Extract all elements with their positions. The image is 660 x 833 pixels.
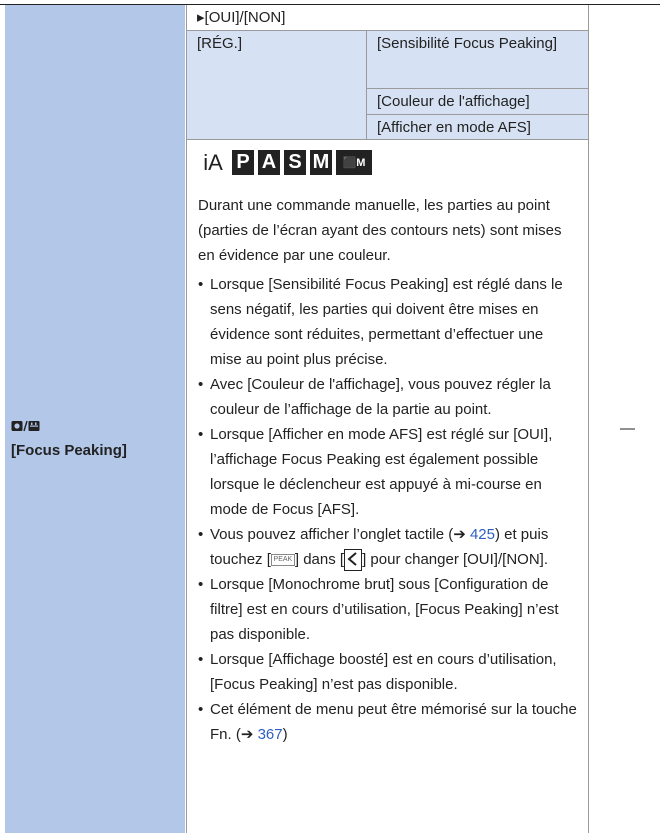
list-item: • Lorsque [Monochrome brut] sous [Configu… — [198, 576, 559, 643]
mode-badge: A — [258, 150, 280, 175]
sub-item: [Sensibilité Focus Peaking] — [377, 35, 558, 52]
description: Durant une commande manuelle, les partie… — [198, 197, 562, 264]
creative-video-mode-icon: ⬛M — [336, 150, 372, 175]
mode-badge: M — [310, 150, 332, 175]
menu-item-title: [Focus Peaking] — [11, 442, 127, 459]
chevron-left-icon — [344, 549, 363, 572]
row-divider — [367, 114, 588, 115]
mode-badge: P — [232, 150, 254, 175]
on-off-setting: ▸[OUI]/[NON] — [197, 9, 286, 26]
col-divider — [588, 5, 589, 833]
list-item: • Lorsque [Affichage boosté] est en cours… — [198, 651, 557, 693]
mode-badge: iA — [203, 149, 223, 175]
mode-badges: iA P A S M ⬛M — [198, 150, 372, 175]
mode-badge: S — [284, 150, 306, 175]
default-setting-value: — — [620, 420, 635, 437]
photo-video-icon — [11, 418, 41, 434]
list-item: • Avec [Couleur de l'affichage], vous pou… — [198, 376, 551, 418]
sub-item: [Afficher en mode AFS] — [377, 119, 531, 136]
reg-setting: [RÉG.] — [197, 35, 243, 52]
menu-item-name: [Focus Peaking] — [11, 418, 181, 459]
row-divider — [367, 88, 588, 89]
list-item: • Lorsque [Afficher en mode AFS] est régl… — [198, 426, 553, 518]
col-divider — [366, 30, 367, 139]
page-link-367[interactable]: 367 — [258, 726, 283, 743]
list-item: • Vous pouvez afficher l’onglet tactile (… — [198, 522, 578, 572]
list-item: • Cet élément de menu peut être mémorisé … — [198, 701, 577, 743]
description-block: Durant une commande manuelle, les partie… — [198, 193, 578, 747]
peak-icon: PEAK — [270, 554, 295, 567]
notes-list: • Lorsque [Sensibilité Focus Peaking] est… — [198, 272, 578, 747]
page-link-425[interactable]: 425 — [470, 526, 495, 543]
row-divider — [187, 139, 588, 140]
list-item: • Lorsque [Sensibilité Focus Peaking] est… — [198, 276, 563, 368]
sub-item: [Couleur de l'affichage] — [377, 93, 530, 110]
